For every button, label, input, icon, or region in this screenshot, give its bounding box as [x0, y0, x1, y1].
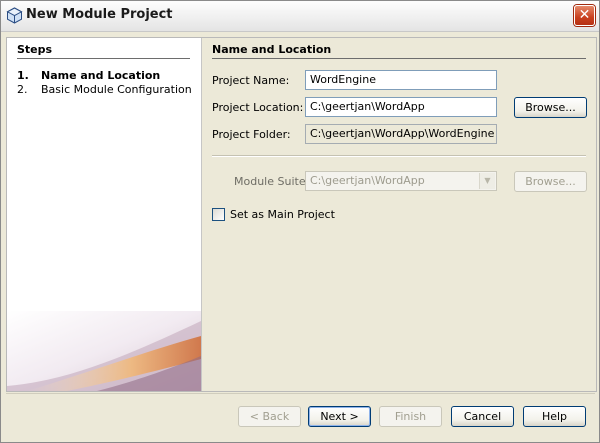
cancel-button[interactable]: Cancel: [451, 406, 514, 427]
netbeans-cube-icon: [6, 7, 23, 24]
help-button[interactable]: Help: [523, 406, 586, 427]
wizard-panel: Steps 1. Name and Location 2. Basic Module…: [6, 37, 597, 392]
content-heading: Name and Location: [212, 43, 332, 56]
module-suite-label: Module Suite:: [234, 175, 310, 188]
content-divider: [212, 58, 586, 59]
step-basic-module-configuration: 2. Basic Module Configuration: [17, 83, 192, 96]
project-folder-label: Project Folder:: [212, 128, 291, 141]
close-icon: ✕: [578, 7, 591, 23]
steps-heading: Steps: [17, 43, 53, 56]
set-as-main-project-label[interactable]: Set as Main Project: [230, 208, 335, 221]
next-button[interactable]: Next >: [308, 406, 371, 427]
footer-separator: [6, 393, 595, 394]
step-number: 1.: [17, 69, 29, 82]
module-suite-combo[interactable]: C:\geertjan\WordApp ▼: [305, 171, 497, 191]
project-name-input[interactable]: WordEngine: [305, 70, 497, 90]
close-button[interactable]: ✕: [574, 5, 595, 26]
back-button[interactable]: < Back: [238, 406, 301, 427]
steps-divider: [17, 58, 190, 59]
steps-pane: Steps 1. Name and Location 2. Basic Module…: [7, 38, 202, 391]
name-and-location-pane: Name and Location Project Name: WordEngi…: [202, 38, 596, 391]
step-number: 2.: [17, 83, 28, 96]
module-suite-browse-button[interactable]: Browse...: [514, 171, 587, 192]
title-bar[interactable]: New Module Project ✕: [1, 1, 599, 32]
project-location-label: Project Location:: [212, 101, 304, 114]
step-name-and-location: 1. Name and Location: [17, 69, 160, 82]
section-separator: [212, 155, 586, 157]
project-location-browse-button[interactable]: Browse...: [514, 97, 587, 118]
wizard-banner-graphic: [7, 311, 201, 391]
project-name-label: Project Name:: [212, 74, 290, 87]
chevron-down-icon: ▼: [479, 173, 495, 189]
step-label: Name and Location: [41, 69, 161, 82]
dialog-title: New Module Project: [26, 7, 173, 22]
module-suite-value: C:\geertjan\WordApp: [310, 174, 425, 187]
project-location-input[interactable]: C:\geertjan\WordApp: [305, 97, 497, 117]
finish-button[interactable]: Finish: [379, 406, 442, 427]
set-as-main-project-checkbox[interactable]: [212, 208, 225, 221]
step-label: Basic Module Configuration: [41, 83, 192, 96]
new-module-project-dialog: New Module Project ✕ Steps 1. Name and Lo…: [0, 0, 600, 443]
project-folder-field[interactable]: C:\geertjan\WordApp\WordEngine: [305, 124, 497, 144]
